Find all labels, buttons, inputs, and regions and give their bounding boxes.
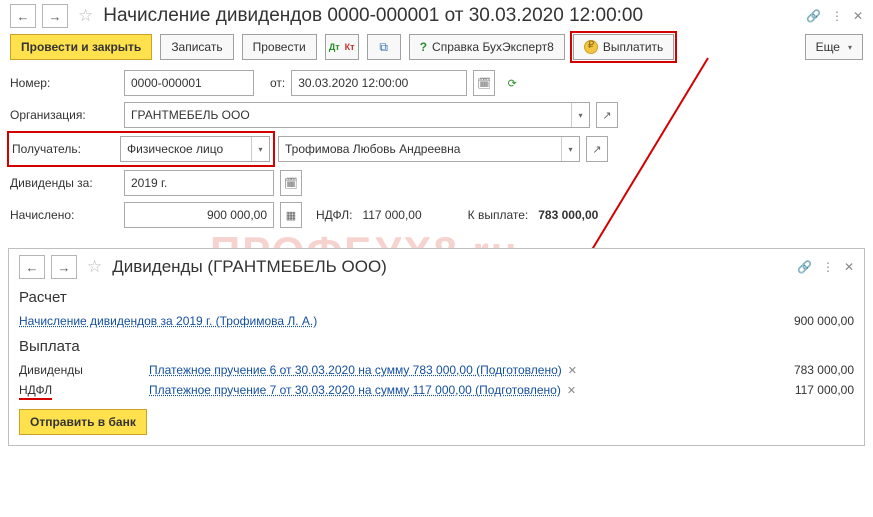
more-button[interactable]: Еще▾ [805, 34, 863, 60]
number-label: Номер: [10, 76, 118, 90]
sub-back-button[interactable]: ← [19, 255, 45, 279]
sub-close-icon[interactable]: ✕ [844, 260, 854, 274]
calendar-icon[interactable]: 🗓 [473, 70, 495, 96]
pay-label: Выплатить [603, 40, 664, 54]
recipient-label: Получатель: [12, 142, 114, 156]
send-to-bank-button[interactable]: Отправить в банк [19, 409, 147, 435]
section-pay-heading: Выплата [19, 338, 854, 355]
more-label: Еще [816, 40, 840, 54]
payment-link[interactable]: Платежное пручение 7 от 30.03.2020 на су… [149, 383, 561, 397]
post-button[interactable]: Провести [242, 34, 317, 60]
pay-button[interactable]: Выплатить [573, 34, 675, 60]
accrued-input[interactable]: 900 000,00 [124, 202, 274, 228]
org-label: Организация: [10, 108, 118, 122]
save-button[interactable]: Записать [160, 34, 233, 60]
sub-kebab-icon[interactable]: ⋮ [822, 260, 834, 274]
period-input[interactable]: 2019 г. [124, 170, 274, 196]
close-icon[interactable]: ✕ [853, 9, 863, 23]
accrued-calc-icon[interactable]: ▦ [280, 202, 302, 228]
dtkt-icon-button[interactable]: ДтКт [325, 34, 359, 60]
period-calendar-icon[interactable]: 🗓 [280, 170, 302, 196]
period-label: Дивиденды за: [10, 176, 118, 190]
recipient-type-dropdown-icon[interactable]: ▾ [251, 137, 269, 161]
payment-row: Дивиденды Платежное пручение 6 от 30.03.… [19, 363, 854, 377]
recipient-dropdown-icon[interactable]: ▾ [561, 137, 579, 161]
kebab-icon[interactable]: ⋮ [831, 9, 843, 23]
calc-amount: 900 000,00 [754, 314, 854, 328]
payment-row-label: Дивиденды [19, 363, 149, 377]
sub-favorite-icon[interactable]: ☆ [87, 257, 102, 277]
coin-icon [584, 40, 598, 54]
payment-amount: 117 000,00 [754, 383, 854, 397]
sub-title: Дивиденды (ГРАНТМЕБЕЛЬ ООО) [112, 257, 791, 277]
recipient-type-select[interactable]: Физическое лицо ▾ [120, 136, 270, 162]
calc-link[interactable]: Начисление дивидендов за 2019 г. (Трофим… [19, 314, 317, 328]
link-icon[interactable]: 🔗 [806, 9, 821, 23]
help-label: Справка БухЭксперт8 [432, 40, 554, 54]
payment-row: НДФЛ Платежное пручение 7 от 30.03.2020 … [19, 383, 854, 397]
payment-link[interactable]: Платежное пручение 6 от 30.03.2020 на су… [149, 363, 562, 377]
org-dropdown-icon[interactable]: ▾ [571, 103, 589, 127]
page-title: Начисление дивидендов 0000-000001 от 30.… [103, 5, 800, 27]
post-and-close-button[interactable]: Провести и закрыть [10, 34, 152, 60]
help-button[interactable]: ?Справка БухЭксперт8 [409, 34, 565, 60]
org-input[interactable]: ГРАНТМЕБЕЛЬ ООО ▾ [124, 102, 590, 128]
number-input[interactable]: 0000-000001 [124, 70, 254, 96]
payment-amount: 783 000,00 [754, 363, 854, 377]
accrued-label: Начислено: [10, 208, 118, 222]
ndfl-value: 117 000,00 [362, 208, 421, 222]
sub-link-icon[interactable]: 🔗 [797, 260, 812, 274]
payment-row-label: НДФЛ [19, 383, 149, 397]
section-calc-heading: Расчет [19, 289, 854, 306]
from-label: от: [270, 76, 285, 90]
back-button[interactable]: ← [10, 4, 36, 28]
ndfl-label: НДФЛ: [316, 208, 352, 222]
recipient-input[interactable]: Трофимова Любовь Андреевна ▾ [278, 136, 580, 162]
structure-icon-button[interactable]: ⧉ [367, 34, 401, 60]
remove-row-icon[interactable]: ✕ [567, 384, 576, 397]
favorite-icon[interactable]: ☆ [78, 6, 93, 26]
topay-label: К выплате: [468, 208, 529, 222]
remove-row-icon[interactable]: ✕ [568, 364, 577, 377]
sub-forward-button[interactable]: → [51, 255, 77, 279]
forward-button[interactable]: → [42, 4, 68, 28]
topay-value: 783 000,00 [538, 208, 598, 222]
org-open-icon[interactable]: ↗ [596, 102, 618, 128]
recipient-open-icon[interactable]: ↗ [586, 136, 608, 162]
refresh-icon[interactable]: ⟳ [501, 70, 523, 96]
date-input[interactable]: 30.03.2020 12:00:00 [291, 70, 467, 96]
